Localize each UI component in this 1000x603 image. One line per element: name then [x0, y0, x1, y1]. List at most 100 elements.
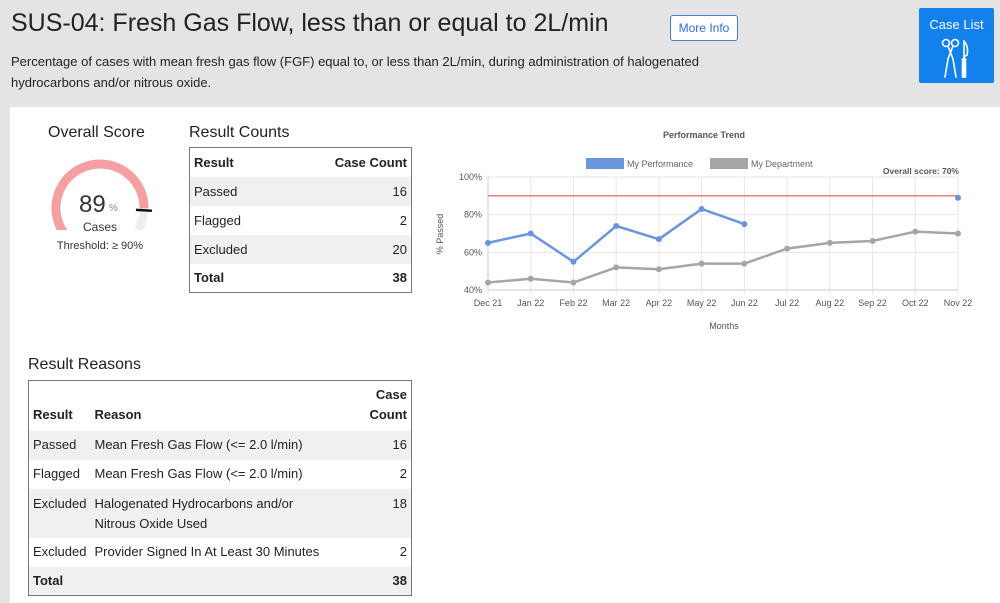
y-tick-label: 40%	[464, 285, 482, 295]
column-header: Reason	[94, 406, 142, 422]
data-point	[655, 236, 662, 243]
overall-score-title: Overall Score	[48, 124, 145, 141]
y-tick-label: 80%	[464, 210, 482, 220]
result-counts-table: Result Case Count Passed 16 Flagged 2 Ex…	[189, 147, 412, 293]
x-tick-label: May 22	[687, 298, 717, 308]
result-cell: Excluded	[194, 241, 248, 257]
data-point	[698, 260, 705, 267]
x-tick-label: Nov 22	[944, 298, 973, 308]
x-tick-label: Sep 22	[858, 298, 887, 308]
result-cell: Excluded	[33, 544, 87, 559]
data-point	[826, 239, 833, 246]
data-point	[784, 245, 791, 252]
data-point	[955, 194, 961, 201]
y-tick-label: 100%	[459, 172, 482, 182]
data-point	[570, 279, 577, 286]
result-reasons-title: Result Reasons	[28, 356, 141, 373]
table-row: Passed 16	[189, 176, 412, 206]
data-point	[527, 230, 534, 237]
column-header: Result	[33, 406, 73, 422]
series-line	[487, 230, 959, 284]
legend-label: My Department	[751, 159, 813, 169]
result-cell: Excluded	[33, 495, 87, 511]
data-point	[955, 230, 961, 237]
table-total-row: Total 38	[190, 264, 412, 293]
count-cell: 16	[392, 437, 407, 452]
result-cell: Total	[194, 270, 225, 286]
x-tick-label: Dec 21	[474, 298, 503, 308]
data-point	[613, 264, 620, 271]
reason-cell	[91, 567, 366, 596]
table-total-row: Total 38	[28, 566, 412, 596]
table-row: Excluded Halogenated Hydrocarbons and/or…	[28, 488, 412, 538]
surgical-instruments-icon	[941, 38, 969, 78]
gauge-threshold-marker	[135, 208, 152, 212]
chart-title: Performance Trend	[663, 130, 745, 140]
data-point	[655, 266, 662, 273]
reason-cell: Mean Fresh Gas Flow (<= 2.0 l/min)	[94, 466, 303, 481]
case-list-label: Case List	[929, 17, 984, 32]
score-unit: %	[109, 203, 118, 214]
reason-cell: Halogenated Hydrocarbons and/or Nitrous …	[94, 495, 294, 531]
result-counts-title: Result Counts	[189, 124, 290, 141]
x-tick-label: Jun 22	[731, 298, 758, 308]
result-cell: Passed	[33, 437, 77, 452]
x-axis-label: Months	[709, 321, 739, 331]
x-tick-label: Feb 22	[559, 298, 587, 308]
data-point	[527, 275, 534, 282]
y-tick-label: 60%	[464, 247, 482, 257]
y-axis-label: % Passed	[435, 214, 445, 255]
metric-description: Percentage of cases with mean fresh gas …	[11, 54, 699, 90]
count-cell: 16	[392, 183, 407, 199]
column-header: Case Count	[369, 386, 408, 422]
table-row: Passed Mean Fresh Gas Flow (<= 2.0 l/min…	[28, 430, 412, 460]
table-header-row: Result Reason Case Count	[29, 381, 412, 431]
data-point	[912, 228, 919, 235]
count-cell: 38	[392, 572, 407, 588]
x-tick-label: Jul 22	[775, 298, 799, 308]
legend-swatch	[710, 158, 748, 169]
table-header-row: Result Case Count	[190, 148, 412, 177]
x-tick-label: Apr 22	[646, 298, 673, 308]
x-tick-label: Oct 22	[902, 298, 929, 308]
table-row: Excluded Provider Signed In At Least 30 …	[29, 538, 412, 567]
result-reasons-table: Result Reason Case Count Passed Mean Fre…	[28, 380, 412, 596]
page-title: SUS-04: Fresh Gas Flow, less than or equ…	[11, 9, 609, 37]
score-value: 89	[79, 191, 106, 218]
page-header: SUS-04: Fresh Gas Flow, less than or equ…	[0, 0, 1000, 100]
result-cell: Total	[33, 572, 64, 588]
result-cell: Flagged	[33, 466, 80, 481]
count-cell: 38	[392, 270, 407, 286]
data-point	[698, 206, 705, 213]
performance-trend-chart: Performance Trend My Performance My Depart…	[435, 130, 973, 331]
legend-swatch	[586, 158, 624, 169]
chart-annotation: Overall score: 70%	[883, 166, 960, 176]
data-point	[741, 221, 748, 228]
result-cell: Passed	[194, 183, 238, 199]
table-row: Flagged 2	[190, 206, 412, 235]
score-caption: Cases	[82, 220, 117, 234]
x-tick-label: Aug 22	[816, 298, 845, 308]
reason-cell: Provider Signed In At Least 30 Minutes	[94, 544, 320, 559]
legend-label: My Performance	[627, 159, 693, 169]
threshold-label: Threshold: ≥ 90%	[56, 240, 144, 252]
data-point	[741, 260, 748, 267]
count-cell: 18	[392, 495, 407, 511]
case-list-button[interactable]: Case List	[919, 8, 994, 83]
table-row: Flagged Mean Fresh Gas Flow (<= 2.0 l/mi…	[29, 460, 412, 489]
result-cell: Flagged	[194, 212, 241, 228]
data-point	[613, 222, 620, 229]
data-point	[570, 258, 577, 265]
more-info-button[interactable]: More Info	[670, 15, 738, 41]
data-point	[485, 279, 491, 286]
column-header: Result	[194, 154, 234, 170]
data-point	[485, 239, 491, 246]
column-header: Case Count	[334, 154, 407, 170]
x-tick-label: Mar 22	[602, 298, 630, 308]
count-cell: 2	[399, 544, 407, 559]
x-tick-label: Jan 22	[517, 298, 544, 308]
count-cell: 2	[399, 466, 407, 481]
count-cell: 2	[399, 212, 407, 228]
reason-cell: Mean Fresh Gas Flow (<= 2.0 l/min)	[94, 437, 303, 452]
count-cell: 20	[392, 241, 407, 257]
